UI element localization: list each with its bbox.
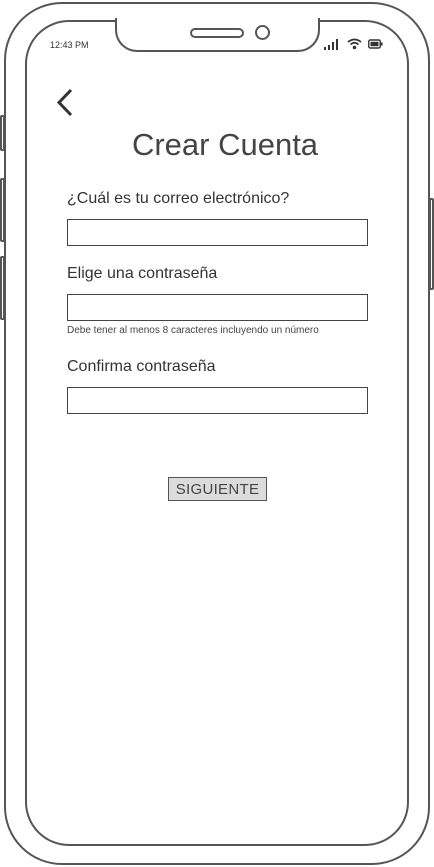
email-field[interactable] bbox=[67, 219, 368, 246]
status-time: 12:43 PM bbox=[50, 40, 89, 50]
page-title: Crear Cuenta bbox=[131, 127, 319, 162]
wifi-icon bbox=[347, 38, 362, 50]
email-label: ¿Cuál es tu correo electrónico? bbox=[67, 190, 290, 207]
front-camera bbox=[255, 25, 270, 40]
chevron-left-icon bbox=[56, 88, 73, 117]
volume-down-button bbox=[0, 256, 5, 320]
battery-icon bbox=[368, 39, 383, 49]
password-hint: Debe tener al menos 8 caracteres incluye… bbox=[67, 325, 319, 336]
volume-up-button bbox=[0, 178, 5, 242]
signal-icon bbox=[324, 39, 338, 50]
back-button[interactable] bbox=[54, 88, 78, 118]
password-field[interactable] bbox=[67, 294, 368, 321]
confirm-password-label: Confirma contraseña bbox=[67, 358, 216, 375]
next-button[interactable]: SIGUIENTE bbox=[168, 477, 267, 501]
status-icons bbox=[323, 38, 383, 50]
confirm-password-field[interactable] bbox=[67, 387, 368, 414]
power-button bbox=[429, 198, 434, 290]
password-label: Elige una contraseña bbox=[67, 265, 218, 282]
speaker-grille bbox=[190, 28, 244, 38]
